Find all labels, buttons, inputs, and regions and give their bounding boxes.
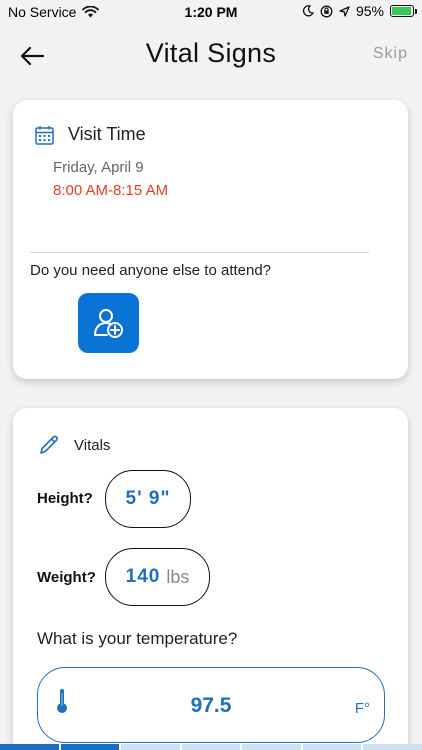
divider — [30, 252, 369, 253]
battery-percent: 95% — [355, 3, 384, 19]
temperature-value: 97.5 — [190, 694, 232, 717]
height-value: 5' 9" — [125, 488, 171, 509]
battery-charging-icon — [390, 5, 417, 17]
page-title: Vital Signs — [145, 38, 277, 68]
step-progress-bar — [0, 744, 422, 750]
visit-date: Friday, April 9 — [53, 159, 144, 176]
visit-time-heading: Visit Time — [35, 124, 146, 145]
pencil-icon — [40, 435, 58, 454]
weight-input[interactable]: 140 lbs — [105, 548, 210, 606]
temperature-input[interactable]: 97.5 F° — [37, 667, 385, 743]
progress-segment — [60, 744, 120, 750]
vitals-heading: Vitals — [38, 434, 110, 456]
skip-button[interactable]: Skip — [373, 45, 408, 63]
progress-segment — [302, 744, 362, 750]
nav-header: Vital Signs Skip — [0, 28, 422, 82]
height-input[interactable]: 5' 9" — [105, 470, 191, 528]
status-right: 95% — [302, 3, 417, 19]
status-bar: No Service 1:20 PM 95% — [0, 0, 422, 24]
progress-segment — [363, 744, 422, 750]
moon-icon — [302, 5, 314, 17]
progress-segment — [0, 744, 59, 750]
vitals-card: Vitals Height? 5' 9" Weight? 140 lbs Wha… — [13, 408, 408, 750]
weight-label: Weight? — [37, 569, 96, 586]
temperature-question: What is your temperature? — [37, 629, 238, 648]
height-label: Height? — [37, 490, 93, 507]
visit-time-card: Visit Time Friday, April 9 8:00 AM-8:15 … — [13, 100, 408, 379]
add-person-icon — [93, 309, 123, 338]
visit-time-range: 8:00 AM-8:15 AM — [53, 182, 169, 199]
calendar-icon — [35, 125, 54, 145]
temperature-unit: F° — [354, 700, 370, 717]
add-attendee-button[interactable] — [78, 293, 139, 353]
battery-fill — [392, 7, 411, 15]
weight-unit: lbs — [166, 566, 190, 587]
weight-value: 140 — [125, 566, 161, 587]
vital-signs-screen: No Service 1:20 PM 95% Vital Signs Skip … — [0, 0, 422, 750]
vitals-title: Vitals — [74, 436, 111, 454]
attend-question: Do you need anyone else to attend? — [30, 262, 272, 279]
visit-time-title: Visit Time — [68, 124, 146, 144]
progress-segment — [181, 744, 241, 750]
progress-segment — [242, 744, 301, 750]
progress-segment — [121, 744, 180, 750]
location-arrow-icon — [339, 5, 350, 17]
lock-rotation-icon — [320, 5, 333, 17]
